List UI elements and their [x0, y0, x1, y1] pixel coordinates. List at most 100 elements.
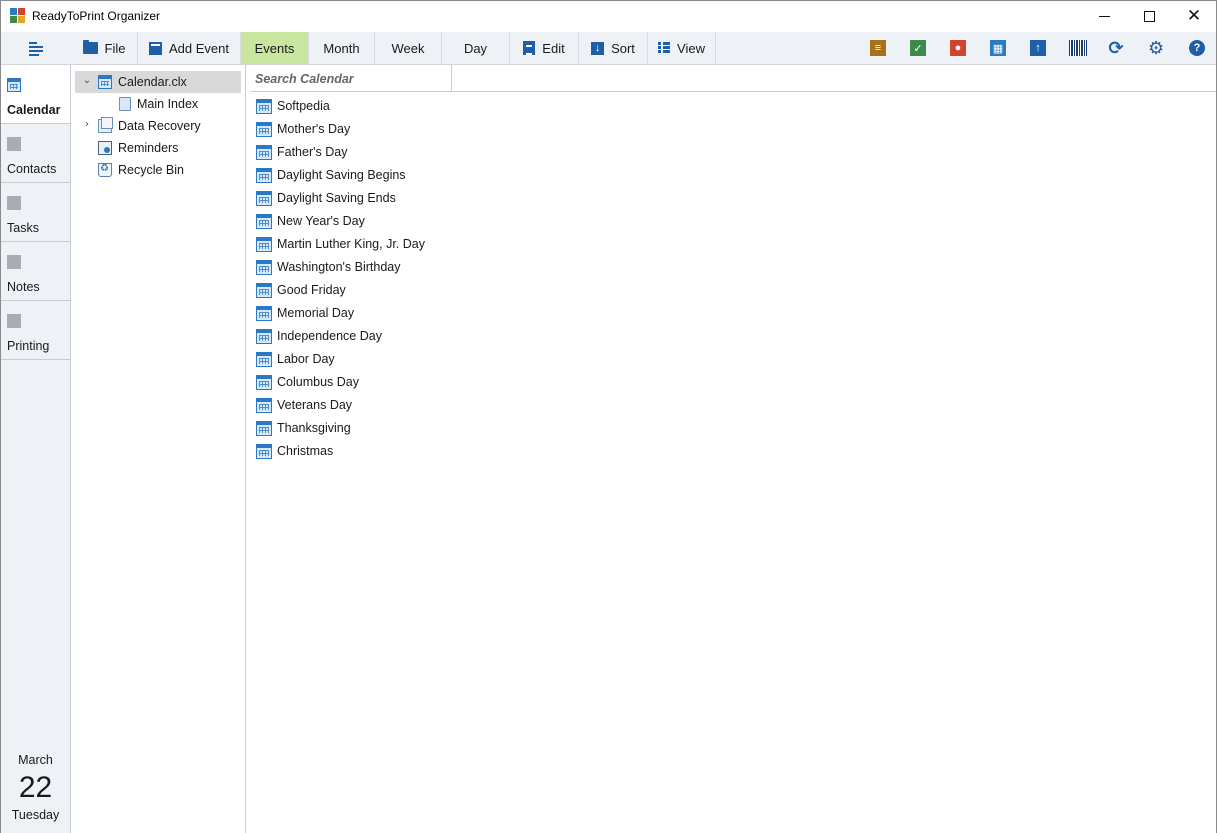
- nav-item-tasks[interactable]: Tasks: [1, 183, 70, 242]
- tab-events[interactable]: Events: [241, 32, 309, 64]
- tree-item-reminders[interactable]: Reminders: [75, 137, 241, 159]
- tree-label: Recycle Bin: [118, 163, 184, 177]
- event-label: Washington's Birthday: [277, 260, 401, 274]
- maximize-button[interactable]: [1126, 1, 1172, 32]
- event-label: Softpedia: [277, 99, 330, 113]
- maximize-icon: [1143, 11, 1155, 22]
- tasks-icon: [7, 196, 21, 210]
- tab-week[interactable]: Week: [375, 32, 442, 64]
- app-window: ReadyToPrint Organizer ✕ File Add Event …: [0, 0, 1217, 833]
- folder-tree: ⌄ Calendar.clx Main Index › Data Recover…: [71, 65, 246, 833]
- date-day: 22: [18, 771, 53, 804]
- calendar-event-icon: [256, 444, 272, 459]
- calendar-event-icon: [256, 237, 272, 252]
- refresh-icon[interactable]: ⟳: [1108, 38, 1124, 59]
- nav-label-tasks: Tasks: [7, 221, 39, 235]
- list-item[interactable]: Washington's Birthday: [256, 257, 556, 277]
- calendar-event-icon: [256, 122, 272, 137]
- date-weekday: Tuesday: [11, 808, 60, 822]
- event-label: Mother's Day: [277, 122, 351, 136]
- calendar-event-icon: [256, 191, 272, 206]
- list-item[interactable]: Mother's Day: [256, 119, 556, 139]
- nav-item-calendar[interactable]: Calendar: [1, 65, 70, 124]
- list-item[interactable]: Softpedia: [256, 96, 556, 116]
- tree-item-recycle-bin[interactable]: Recycle Bin: [75, 159, 241, 181]
- list-item[interactable]: Daylight Saving Ends: [256, 188, 556, 208]
- tab-day-label: Day: [463, 40, 488, 56]
- tree-label: Reminders: [118, 141, 179, 155]
- tab-month[interactable]: Month: [309, 32, 375, 64]
- edit-button[interactable]: Edit: [510, 32, 579, 64]
- close-icon: ✕: [1186, 6, 1202, 26]
- tree-item-data-recovery[interactable]: › Data Recovery: [75, 115, 241, 137]
- nav-item-notes[interactable]: Notes: [1, 242, 70, 301]
- sort-down-icon: ↓: [591, 41, 605, 55]
- event-label: New Year's Day: [277, 214, 365, 228]
- notes-icon[interactable]: ≡: [870, 40, 886, 56]
- calendar-event-icon: [256, 214, 272, 229]
- tasks-icon[interactable]: ✓: [910, 40, 926, 56]
- list-item[interactable]: Good Friday: [256, 280, 556, 300]
- event-label: Labor Day: [277, 352, 335, 366]
- list-item[interactable]: New Year's Day: [256, 211, 556, 231]
- chevron-down-icon[interactable]: ⌄: [81, 75, 93, 87]
- tab-week-label: Week: [391, 40, 425, 56]
- view-button[interactable]: View: [648, 32, 716, 64]
- upload-icon[interactable]: ↑: [1030, 40, 1046, 56]
- event-label: Daylight Saving Begins: [277, 168, 406, 182]
- add-event-button[interactable]: Add Event: [138, 32, 241, 64]
- nav-label-contacts: Contacts: [7, 162, 57, 176]
- calendar-event-icon: [256, 168, 272, 183]
- list-item[interactable]: Thanksgiving: [256, 418, 556, 438]
- close-button[interactable]: ✕: [1171, 1, 1217, 32]
- event-label: Veterans Day: [277, 398, 353, 412]
- notes-icon: [7, 255, 21, 269]
- calendar-event-icon: [256, 375, 272, 390]
- menu-list-icon[interactable]: [29, 41, 43, 56]
- tab-day[interactable]: Day: [442, 32, 510, 64]
- app-logo-icon: [10, 8, 26, 24]
- event-label: Daylight Saving Ends: [277, 191, 396, 205]
- file-button[interactable]: File: [71, 32, 138, 64]
- tree-item-main-index[interactable]: Main Index: [75, 93, 241, 115]
- calendar-icon[interactable]: ▦: [990, 40, 1006, 56]
- calendar-event-icon: [256, 306, 272, 321]
- nav-label-notes: Notes: [7, 280, 40, 294]
- calendar-event-icon: [256, 421, 272, 436]
- calendar-event-icon: [256, 352, 272, 367]
- window-title: ReadyToPrint Organizer: [32, 9, 161, 23]
- minimize-icon: [1098, 16, 1110, 17]
- list-item[interactable]: Veterans Day: [256, 395, 556, 415]
- calendar-icon: [7, 78, 21, 92]
- nav-item-printing[interactable]: Printing: [1, 301, 70, 360]
- tree-item-calendar-clx[interactable]: ⌄ Calendar.clx: [75, 71, 241, 93]
- list-item[interactable]: Memorial Day: [256, 303, 556, 323]
- date-month: March: [18, 753, 53, 767]
- list-item[interactable]: Christmas: [256, 441, 556, 461]
- settings-icon[interactable]: ⚙: [1148, 38, 1164, 59]
- search-input[interactable]: [250, 65, 452, 92]
- data-recovery-icon: [98, 117, 113, 133]
- chevron-right-icon[interactable]: ›: [81, 119, 93, 131]
- list-item[interactable]: Father's Day: [256, 142, 556, 162]
- calendar-event-icon: [256, 99, 272, 114]
- sort-button[interactable]: ↓ Sort: [579, 32, 648, 64]
- list-item[interactable]: Labor Day: [256, 349, 556, 369]
- list-item[interactable]: Columbus Day: [256, 372, 556, 392]
- nav-item-contacts[interactable]: Contacts: [1, 124, 70, 183]
- list-item[interactable]: Independence Day: [256, 326, 556, 346]
- contacts-icon: [7, 137, 21, 151]
- barcode-icon[interactable]: [1069, 40, 1087, 56]
- tree-label: Calendar.clx: [118, 75, 187, 89]
- search-bar: [250, 65, 1216, 92]
- contacts-icon[interactable]: ●: [950, 40, 966, 56]
- minimize-button[interactable]: [1081, 1, 1127, 32]
- edit-icon: [523, 41, 536, 55]
- left-nav: Calendar Contacts Tasks Notes Printing M…: [1, 65, 71, 833]
- help-icon[interactable]: ?: [1189, 40, 1205, 56]
- tree-label: Main Index: [137, 97, 199, 111]
- add-event-label: Add Event: [169, 40, 229, 56]
- list-item[interactable]: Martin Luther King, Jr. Day: [256, 234, 556, 254]
- list-item[interactable]: Daylight Saving Begins: [256, 165, 556, 185]
- add-event-icon: [149, 41, 162, 55]
